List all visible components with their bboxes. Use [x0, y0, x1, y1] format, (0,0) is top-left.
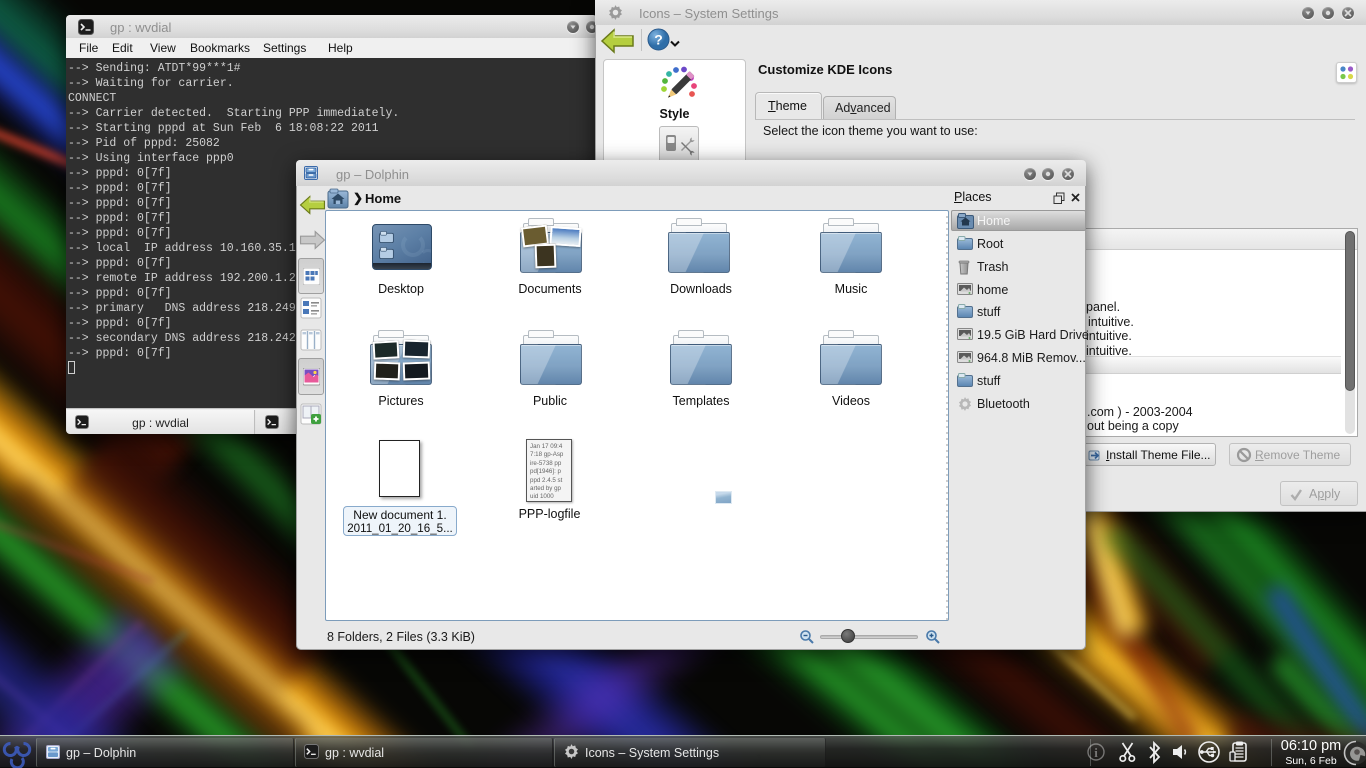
- svg-text:i: i: [1094, 745, 1098, 760]
- svg-text:?: ?: [654, 32, 663, 48]
